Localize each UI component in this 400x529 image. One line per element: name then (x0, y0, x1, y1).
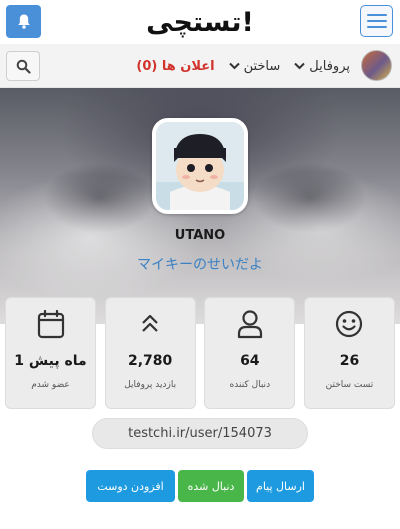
profile-picture (152, 118, 248, 214)
nav-item-profile[interactable]: پروفایل (294, 59, 350, 74)
stat-label-tests-created: تست ساختن (325, 380, 374, 390)
stat-card-member-since: 1 ماه پیش عضو شدم (5, 297, 96, 409)
nav-item-create-label: ساختن (243, 58, 281, 74)
double-chevron-up-icon (142, 314, 158, 332)
nav-item-profile-label: پروفایل (309, 58, 350, 74)
stat-card-tests-created: 26 تست ساختن (303, 297, 395, 409)
bell-icon (17, 14, 30, 29)
stat-label-member-since: عضو شدم (31, 380, 70, 390)
chevron-down-icon (228, 62, 240, 70)
stat-card-profile-views: 2,780 بازدید پروفایل (104, 297, 196, 409)
chevron-down-icon (294, 62, 305, 70)
site-logo[interactable]: تستچی! (140, 2, 260, 42)
profile-stats: 1 ماه پیش عضو شدم 2,780 بازدید پروفایل 6… (5, 297, 395, 409)
stat-label-profile-views: بازدید پروفایل (124, 380, 177, 390)
smile-icon (336, 310, 363, 338)
calendar-icon (37, 309, 64, 339)
stat-label-followers: دنبال کننده (229, 380, 271, 390)
add-friend-button[interactable]: افزودن دوست (86, 470, 175, 502)
stat-value-member-since: 1 ماه پیش (14, 353, 87, 369)
stat-value-profile-views: 2,780 (128, 353, 173, 369)
search-icon (16, 59, 31, 74)
profile-username: UTANO (174, 228, 226, 243)
nav-item-notifications-label: اعلان ها (0) (136, 58, 215, 74)
user-avatar[interactable] (361, 50, 392, 81)
user-icon (237, 310, 262, 339)
profile-picture-illustration (156, 122, 244, 210)
search-button[interactable] (6, 51, 40, 81)
nav-item-notifications[interactable]: اعلان ها (0) (136, 59, 214, 74)
hamburger-menu-icon-line (366, 26, 387, 28)
nav-item-create[interactable]: ساختن (228, 58, 281, 74)
followed-button[interactable]: دنبال شده (178, 470, 244, 502)
hamburger-menu-icon (366, 14, 387, 16)
stat-value-tests-created: 26 (339, 353, 360, 369)
notifications-button[interactable] (6, 5, 41, 38)
profile-subtitle: マイキーのせいだよ (137, 257, 263, 273)
profile-actions: افزودن دوست دنبال شده ارسال پیام (86, 470, 314, 502)
hamburger-menu-icon-line (366, 20, 387, 22)
nav-bar: پروفایل ساختن اعلان ها (0) (0, 44, 400, 88)
top-bar: تستچی! (0, 0, 400, 44)
stat-card-followers: 64 دنبال کننده (204, 297, 296, 409)
stat-value-followers: 64 (240, 353, 260, 369)
send-message-button[interactable]: ارسال پیام (247, 470, 314, 502)
hamburger-menu-button[interactable] (360, 5, 393, 37)
profile-url[interactable]: testchi.ir/user/154073 (92, 418, 308, 449)
